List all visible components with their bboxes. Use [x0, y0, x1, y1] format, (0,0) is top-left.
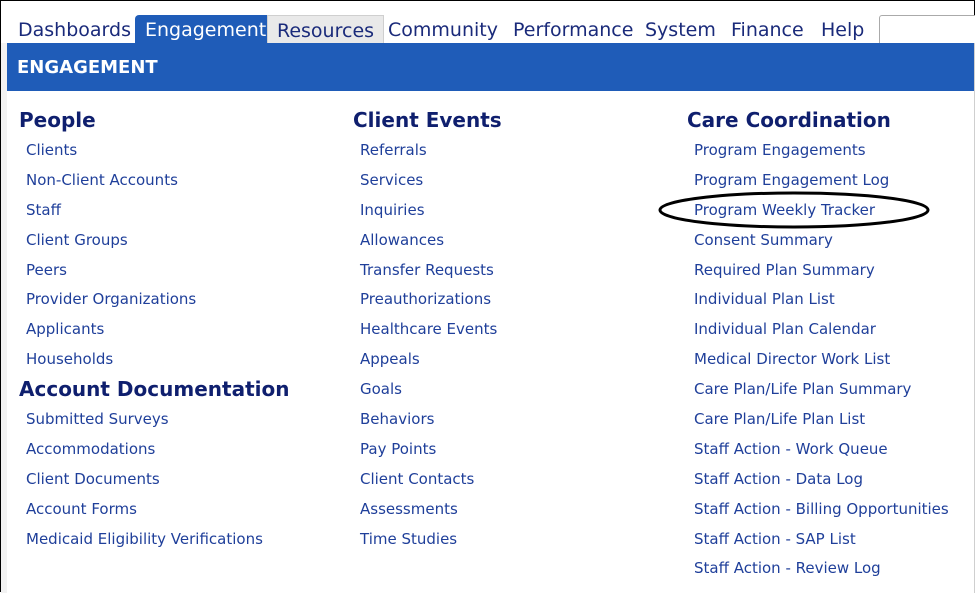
menu-link[interactable]: Assessments [360, 494, 666, 524]
menu-link[interactable]: Care Plan/Life Plan Summary [694, 374, 970, 404]
menu-link[interactable]: Individual Plan Calendar [694, 314, 970, 344]
column-care-coordination: Care Coordination Program Engagements Pr… [680, 105, 970, 583]
menu-link[interactable]: Inquiries [360, 195, 666, 225]
menu-link[interactable]: Preauthorizations [360, 284, 666, 314]
nav-tab-performance[interactable]: Performance [513, 15, 633, 43]
menu-link[interactable]: Client Groups [26, 225, 332, 255]
menu-link[interactable]: Individual Plan List [694, 284, 970, 314]
menu-link[interactable]: Services [360, 165, 666, 195]
menu-link[interactable]: Staff Action - Billing Opportunities [694, 494, 970, 524]
menu-link[interactable]: Medical Director Work List [694, 344, 970, 374]
menu-link[interactable]: Allowances [360, 225, 666, 255]
section-heading-account-documentation: Account Documentation [19, 377, 290, 402]
menu-link[interactable]: Appeals [360, 344, 666, 374]
menu-link[interactable]: Staff Action - Data Log [694, 464, 970, 494]
menu-link[interactable]: Pay Points [360, 434, 666, 464]
menu-link[interactable]: Care Plan/Life Plan List [694, 404, 970, 434]
engagement-dropdown-panel: ENGAGEMENT People Clients Non-Client Acc… [7, 43, 975, 593]
menu-link[interactable]: Provider Organizations [26, 284, 332, 314]
menu-link[interactable]: Behaviors [360, 404, 666, 434]
menu-link[interactable]: Required Plan Summary [694, 255, 970, 285]
menu-link[interactable]: Goals [360, 374, 666, 404]
menu-link[interactable]: Staff Action - Work Queue [694, 434, 970, 464]
section-heading-people: People [19, 108, 96, 132]
menu-link[interactable]: Non-Client Accounts [26, 165, 332, 195]
menu-link[interactable]: Program Engagements [694, 135, 970, 165]
menu-link[interactable]: Client Documents [26, 464, 332, 494]
menu-link[interactable]: Account Forms [26, 494, 332, 524]
nav-tab-engagement[interactable]: Engagement [135, 15, 277, 43]
menu-link[interactable]: Accommodations [26, 434, 332, 464]
menu-link[interactable]: Transfer Requests [360, 255, 666, 285]
column-people: People Clients Non-Client Accounts Staff… [12, 105, 332, 554]
menu-link[interactable]: Staff Action - SAP List [694, 524, 970, 554]
top-nav-bar: Dashboards Engagement Resources Communit… [1, 1, 975, 47]
nav-tab-dashboards[interactable]: Dashboards [18, 15, 131, 43]
menu-link[interactable]: Time Studies [360, 524, 666, 554]
nav-tab-resources[interactable]: Resources [267, 15, 385, 43]
menu-link[interactable]: Healthcare Events [360, 314, 666, 344]
menu-link[interactable]: Submitted Surveys [26, 404, 332, 434]
panel-title: ENGAGEMENT [7, 43, 974, 91]
menu-link[interactable]: Clients [26, 135, 332, 165]
nav-tab-system[interactable]: System [645, 15, 716, 43]
client-events-links: Referrals Services Inquiries Allowances … [346, 135, 666, 553]
nav-tab-community[interactable]: Community [388, 15, 498, 43]
account-documentation-links: Submitted Surveys Accommodations Client … [12, 404, 332, 553]
menu-link[interactable]: Peers [26, 255, 332, 285]
people-links: Clients Non-Client Accounts Staff Client… [12, 135, 332, 374]
menu-link[interactable]: Households [26, 344, 332, 374]
menu-link[interactable]: Client Contacts [360, 464, 666, 494]
column-client-events: Client Events Referrals Services Inquiri… [346, 105, 666, 553]
menu-link[interactable]: Staff [26, 195, 332, 225]
menu-link[interactable]: Applicants [26, 314, 332, 344]
menu-link[interactable]: Consent Summary [694, 225, 970, 255]
section-heading-client-events: Client Events [353, 108, 502, 132]
menu-link[interactable]: Medicaid Eligibility Verifications [26, 524, 332, 554]
care-coordination-links: Program Engagements Program Engagement L… [680, 135, 970, 583]
nav-tab-finance[interactable]: Finance [731, 15, 804, 43]
menu-link[interactable]: Staff Action - Review Log [694, 553, 970, 583]
menu-link-program-weekly-tracker[interactable]: Program Weekly Tracker [694, 195, 970, 225]
menu-link[interactable]: Program Engagement Log [694, 165, 970, 195]
section-heading-care-coordination: Care Coordination [687, 108, 891, 132]
nav-tab-help[interactable]: Help [821, 15, 864, 43]
menu-link[interactable]: Referrals [360, 135, 666, 165]
